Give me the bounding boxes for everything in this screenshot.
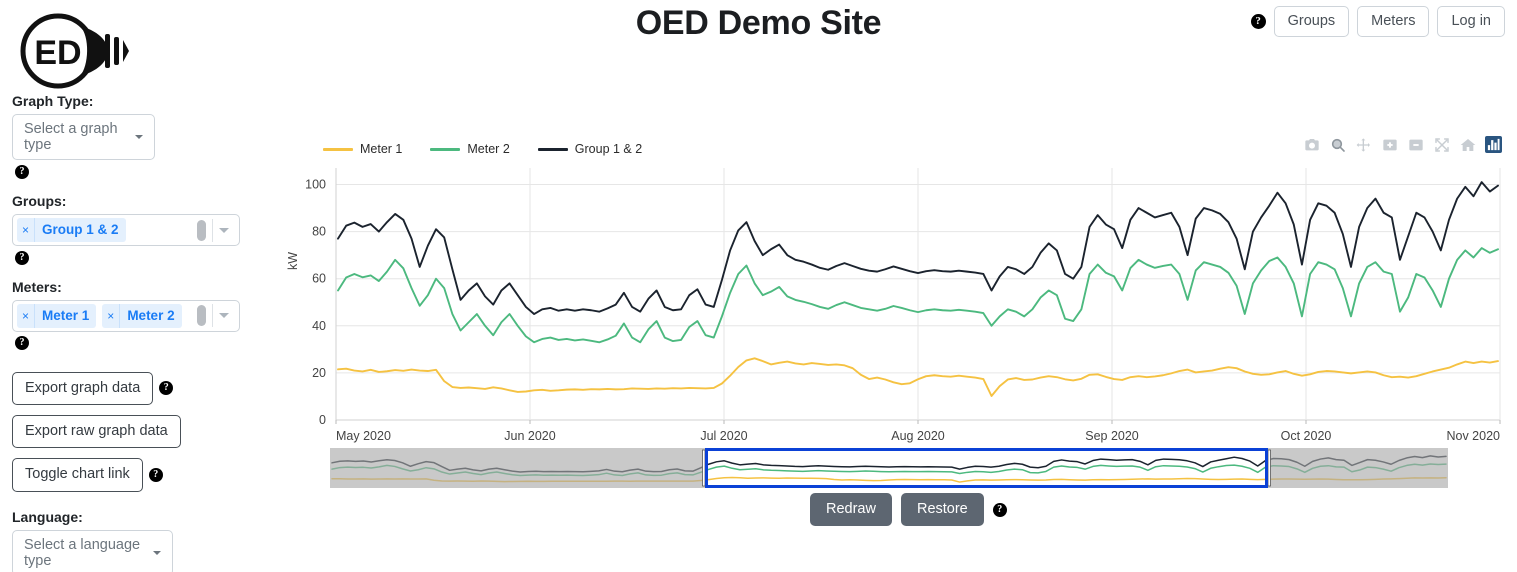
export-raw-graph-data-button[interactable]: Export raw graph data [12,414,181,449]
graph-type-value: Select a graph type [24,121,118,154]
help-circle-icon[interactable]: ? [15,336,29,351]
help-circle-icon[interactable]: ? [148,468,163,483]
toggle-chart-link-row: Toggle chart link ? [12,458,274,492]
chart-legend: Meter 1 Meter 2 Group 1 & 2 [323,142,642,156]
zoom-icon[interactable] [1329,136,1346,153]
divider [212,218,213,242]
language-select[interactable]: Select a language type [12,529,173,572]
meters-chip[interactable]: × Meter 2 [102,304,182,328]
chart-container: Meter 1 Meter 2 Group 1 & 2 kW 0 20 40 6… [278,130,1510,460]
x-tick-label: Nov 2020 [1446,429,1500,443]
groups-scrollbar-thumb[interactable] [197,219,206,241]
language-label: Language: [12,508,83,525]
y-tick-label: 20 [312,366,326,380]
groups-chip-list: × Group 1 & 2 [17,218,197,242]
chevron-down-icon[interactable] [219,313,229,319]
graph-type-help-row: ? [15,163,274,180]
chip-label: Group 1 & 2 [42,222,119,238]
meters-chip-list: × Meter 1 × Meter 2 [17,304,197,328]
top-navigation: ? Groups Meters Log in [1250,6,1505,38]
reset-axes-icon[interactable] [1459,136,1476,153]
zoom-out-icon[interactable] [1407,136,1424,153]
x-tick-label: Jun 2020 [504,429,555,443]
rangeslider-mask-left[interactable] [330,448,705,488]
groups-help-row: ? [15,249,274,266]
help-circle-icon[interactable]: ? [992,502,1007,517]
meters-scrollbar-thumb[interactable] [197,305,206,327]
y-tick-label: 60 [312,272,326,286]
meters-multiselect[interactable]: × Meter 1 × Meter 2 [12,300,240,332]
redraw-button[interactable]: Redraw [810,493,892,527]
groups-multiselect[interactable]: × Group 1 & 2 [12,214,240,246]
pan-icon[interactable] [1355,136,1372,153]
legend-label: Meter 1 [360,142,403,156]
chevron-down-icon[interactable] [219,227,229,233]
options-sidebar: Graph Type: Select a graph type ? Groups… [12,92,274,572]
help-circle-icon[interactable]: ? [159,381,174,396]
oed-demo-page: ED OED Demo Site ? Groups Meters Log in … [0,0,1517,572]
groups-label: Groups: [12,193,67,210]
y-tick-label: 80 [312,225,326,239]
x-tick-label: May 2020 [336,429,391,443]
language-value: Select a language type [24,536,141,569]
help-circle-icon[interactable]: ? [15,250,29,265]
plotly-logo-icon[interactable] [1485,136,1502,153]
legend-swatch [430,147,461,151]
chip-label: Meter 2 [127,308,175,324]
plotly-modebar [1303,136,1502,153]
y-tick-label: 100 [305,177,326,191]
y-tick-label: 40 [312,319,326,333]
help-circle-icon[interactable]: ? [15,164,29,179]
help-circle-icon[interactable]: ? [1250,14,1266,30]
graph-type-select[interactable]: Select a graph type [12,114,155,161]
legend-item-group[interactable]: Group 1 & 2 [537,142,643,156]
legend-label: Group 1 & 2 [574,142,643,156]
chart-rangeslider[interactable] [330,448,1448,488]
divider [212,304,213,328]
autoscale-icon[interactable] [1433,136,1450,153]
chart-action-buttons: Redraw Restore ? [810,493,1007,527]
legend-swatch [323,147,353,151]
legend-label: Meter 2 [467,142,510,156]
groups-nav-button[interactable]: Groups [1273,6,1350,38]
export-raw-graph-data-row: Export raw graph data [12,414,274,449]
graph-type-label: Graph Type: [12,93,94,109]
export-graph-data-button[interactable]: Export graph data [12,371,154,405]
chip-label: Meter 1 [42,308,90,324]
y-tick-label: 0 [319,413,326,427]
toggle-chart-link-button[interactable]: Toggle chart link [12,458,143,492]
export-graph-data-row: Export graph data ? [12,371,274,405]
line-chart-plot[interactable]: 0 20 40 60 80 100 May 2020 Jun 2020 Jul 2020 Aug … [278,158,1510,458]
caret-down-icon [153,550,161,555]
x-tick-label: Sep 2020 [1085,429,1139,443]
legend-item-meter2[interactable]: Meter 2 [430,142,510,156]
remove-chip-icon[interactable]: × [102,304,121,328]
login-nav-button[interactable]: Log in [1437,6,1505,38]
meters-chip[interactable]: × Meter 1 [17,304,97,328]
x-tick-label: Oct 2020 [1281,429,1332,443]
groups-chip[interactable]: × Group 1 & 2 [17,218,126,242]
zoom-in-icon[interactable] [1381,136,1398,153]
meters-label: Meters: [12,278,62,295]
camera-icon[interactable] [1303,136,1320,153]
meters-nav-button[interactable]: Meters [1357,6,1430,38]
legend-swatch [537,147,568,151]
legend-item-meter1[interactable]: Meter 1 [323,142,402,156]
restore-button[interactable]: Restore [900,493,984,527]
x-tick-label: Jul 2020 [700,429,747,443]
remove-chip-icon[interactable]: × [17,218,36,242]
rangeslider-mask-right[interactable] [1268,448,1448,488]
x-tick-label: Aug 2020 [891,429,945,443]
meters-help-row: ? [15,335,274,352]
caret-down-icon [135,135,143,140]
remove-chip-icon[interactable]: × [17,304,36,328]
